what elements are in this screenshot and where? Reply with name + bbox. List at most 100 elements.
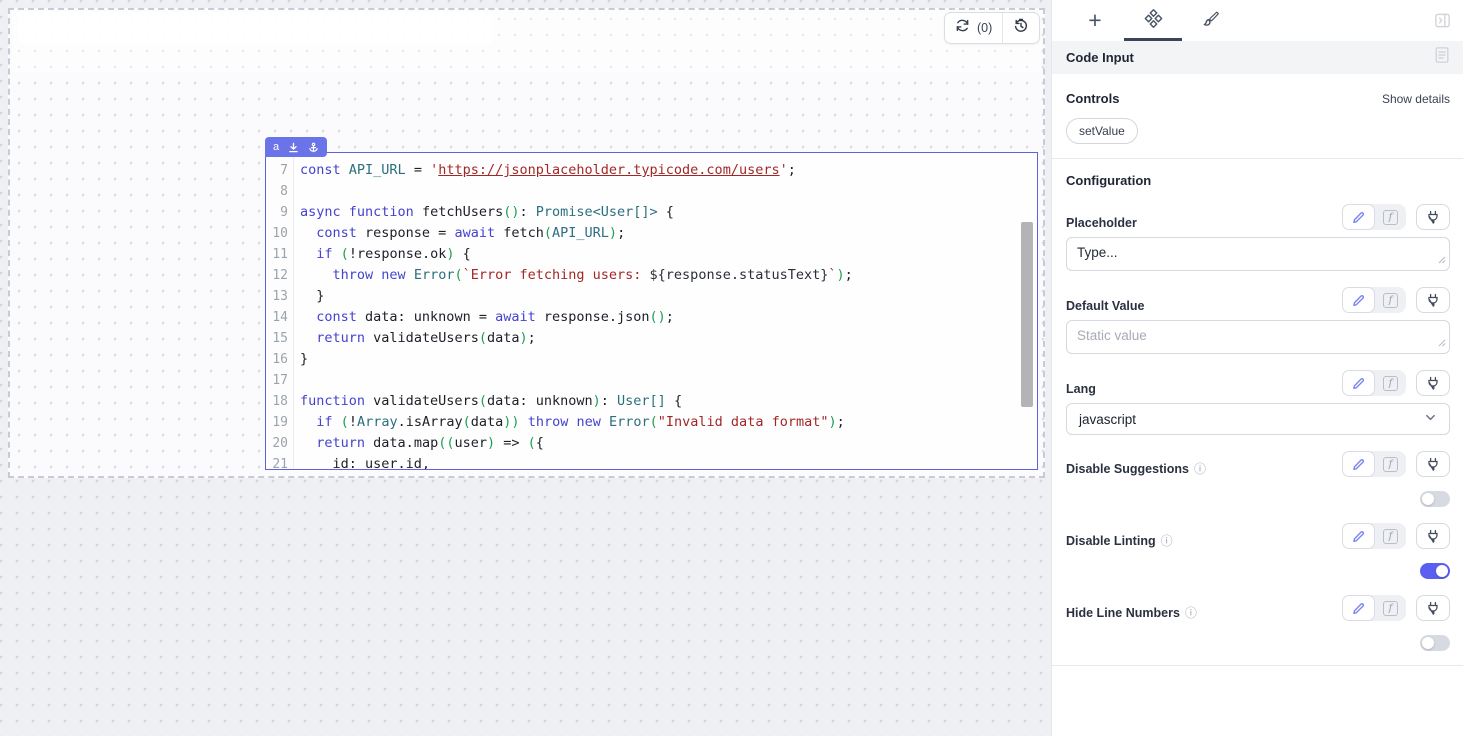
code-text: return validateUsers(data); bbox=[294, 328, 536, 349]
plug-icon bbox=[1426, 601, 1440, 615]
refresh-count: (0) bbox=[977, 21, 992, 35]
tab-component-properties[interactable] bbox=[1124, 0, 1182, 41]
bind-data-button[interactable] bbox=[1416, 204, 1450, 230]
bind-data-button[interactable] bbox=[1416, 451, 1450, 477]
code-input-widget[interactable]: 67const API_URL = 'https://jsonplacehold… bbox=[265, 152, 1038, 470]
line-number: 15 bbox=[266, 328, 294, 349]
config-field-hide-line-numbers: Hide Line Numbers ⓘ f bbox=[1066, 595, 1450, 651]
resize-handle-icon[interactable] bbox=[1438, 252, 1446, 267]
code-line[interactable]: 7const API_URL = 'https://jsonplaceholde… bbox=[266, 160, 1037, 181]
edit-mode-button[interactable] bbox=[1342, 595, 1375, 621]
field-label: Disable Suggestions ⓘ bbox=[1066, 460, 1206, 477]
line-number: 12 bbox=[266, 265, 294, 286]
line-number: 11 bbox=[266, 244, 294, 265]
widget-name-chip[interactable]: a bbox=[265, 137, 327, 157]
field-label: Disable Linting ⓘ bbox=[1066, 532, 1173, 549]
info-icon[interactable]: ⓘ bbox=[1194, 460, 1206, 477]
fx-icon: f bbox=[1383, 457, 1398, 472]
section-divider bbox=[1052, 158, 1463, 159]
code-line[interactable]: 15 return validateUsers(data); bbox=[266, 328, 1037, 349]
bind-data-button[interactable] bbox=[1416, 595, 1450, 621]
line-number: 18 bbox=[266, 391, 294, 412]
code-text bbox=[294, 370, 300, 391]
code-text: function validateUsers(data: unknown): U… bbox=[294, 391, 682, 412]
fx-icon: f bbox=[1383, 376, 1398, 391]
code-line[interactable]: 8 bbox=[266, 181, 1037, 202]
editor-canvas[interactable]: (0) a bbox=[0, 0, 1051, 736]
edit-mode-button[interactable] bbox=[1342, 287, 1375, 313]
code-text: return data.map((user) => ({ bbox=[294, 433, 544, 454]
fx-mode-button[interactable]: f bbox=[1375, 287, 1406, 313]
page-outline-icon[interactable] bbox=[1434, 46, 1450, 69]
code-editor[interactable]: 67const API_URL = 'https://jsonplacehold… bbox=[266, 152, 1037, 470]
line-number: 7 bbox=[266, 160, 294, 181]
value-mode-segment: f bbox=[1342, 451, 1406, 477]
code-line[interactable]: 20 return data.map((user) => ({ bbox=[266, 433, 1037, 454]
history-button[interactable] bbox=[1003, 13, 1039, 43]
plug-icon bbox=[1426, 457, 1440, 471]
pencil-icon bbox=[1352, 294, 1365, 307]
show-details-link[interactable]: Show details bbox=[1382, 92, 1450, 106]
anchor-icon[interactable] bbox=[308, 142, 319, 153]
lang-select[interactable]: javascript bbox=[1066, 403, 1450, 435]
code-line[interactable]: 13 } bbox=[266, 286, 1037, 307]
bind-data-button[interactable] bbox=[1416, 370, 1450, 396]
code-line[interactable]: 11 if (!response.ok) { bbox=[266, 244, 1037, 265]
fx-mode-button[interactable]: f bbox=[1375, 204, 1406, 230]
line-number: 13 bbox=[266, 286, 294, 307]
code-line[interactable]: 19 if (!Array.isArray(data)) throw new E… bbox=[266, 412, 1037, 433]
code-line[interactable]: 16} bbox=[266, 349, 1037, 370]
fx-mode-button[interactable]: f bbox=[1375, 523, 1406, 549]
plus-icon: + bbox=[1088, 9, 1101, 32]
fx-mode-button[interactable]: f bbox=[1375, 451, 1406, 477]
value-mode-segment: f bbox=[1342, 287, 1406, 313]
code-text: } bbox=[294, 349, 308, 370]
refresh-button[interactable]: (0) bbox=[945, 13, 1002, 43]
code-line[interactable]: 18function validateUsers(data: unknown):… bbox=[266, 391, 1037, 412]
edit-mode-button[interactable] bbox=[1342, 451, 1375, 477]
configuration-fields: Placeholder ⓘ f bbox=[1066, 204, 1450, 651]
code-line[interactable]: 6 bbox=[266, 152, 1037, 160]
code-line[interactable]: 21 id: user.id, bbox=[266, 454, 1037, 470]
tab-add-components[interactable]: + bbox=[1066, 0, 1124, 41]
value-mode-segment: f bbox=[1342, 595, 1406, 621]
pencil-icon bbox=[1352, 211, 1365, 224]
disable-linting-toggle[interactable] bbox=[1420, 563, 1450, 579]
line-number: 10 bbox=[266, 223, 294, 244]
arrow-down-to-line-icon[interactable] bbox=[288, 142, 299, 153]
control-method-setvalue[interactable]: setValue bbox=[1066, 118, 1138, 144]
fx-mode-button[interactable]: f bbox=[1375, 370, 1406, 396]
code-text: } bbox=[294, 286, 324, 307]
panel-body: Controls Show details setValue Configura… bbox=[1052, 91, 1463, 666]
info-icon[interactable]: ⓘ bbox=[1185, 604, 1197, 621]
bind-data-button[interactable] bbox=[1416, 287, 1450, 313]
fx-mode-button[interactable]: f bbox=[1375, 595, 1406, 621]
configuration-heading: Configuration bbox=[1066, 173, 1450, 188]
inspector-tabs: + bbox=[1052, 0, 1463, 41]
code-text: const API_URL = 'https://jsonplaceholder… bbox=[294, 160, 796, 181]
config-field-lang: Lang ⓘ f bbox=[1066, 370, 1450, 435]
code-line[interactable]: 14 const data: unknown = await response.… bbox=[266, 307, 1037, 328]
bind-data-button[interactable] bbox=[1416, 523, 1450, 549]
code-line[interactable]: 9async function fetchUsers(): Promise<Us… bbox=[266, 202, 1037, 223]
code-line[interactable]: 10 const response = await fetch(API_URL)… bbox=[266, 223, 1037, 244]
hide-line-numbers-toggle[interactable] bbox=[1420, 635, 1450, 651]
default-value-input[interactable]: Static value bbox=[1066, 320, 1450, 354]
edit-mode-button[interactable] bbox=[1342, 523, 1375, 549]
disable-suggestions-toggle[interactable] bbox=[1420, 491, 1450, 507]
empty-widget-placeholder bbox=[18, 12, 492, 43]
plug-icon bbox=[1426, 293, 1440, 307]
tab-component-styles[interactable] bbox=[1182, 0, 1240, 41]
collapse-panel-icon[interactable] bbox=[1434, 12, 1451, 34]
field-label: Hide Line Numbers ⓘ bbox=[1066, 604, 1197, 621]
line-number: 9 bbox=[266, 202, 294, 223]
info-icon[interactable]: ⓘ bbox=[1161, 532, 1173, 549]
code-line[interactable]: 17 bbox=[266, 370, 1037, 391]
editor-scrollbar[interactable] bbox=[1021, 222, 1033, 407]
resize-handle-icon[interactable] bbox=[1438, 335, 1446, 350]
edit-mode-button[interactable] bbox=[1342, 370, 1375, 396]
edit-mode-button[interactable] bbox=[1342, 204, 1375, 230]
code-line[interactable]: 12 throw new Error(`Error fetching users… bbox=[266, 265, 1037, 286]
placeholder-input[interactable]: Type... bbox=[1066, 237, 1450, 271]
config-field-disable-suggestions: Disable Suggestions ⓘ f bbox=[1066, 451, 1450, 507]
